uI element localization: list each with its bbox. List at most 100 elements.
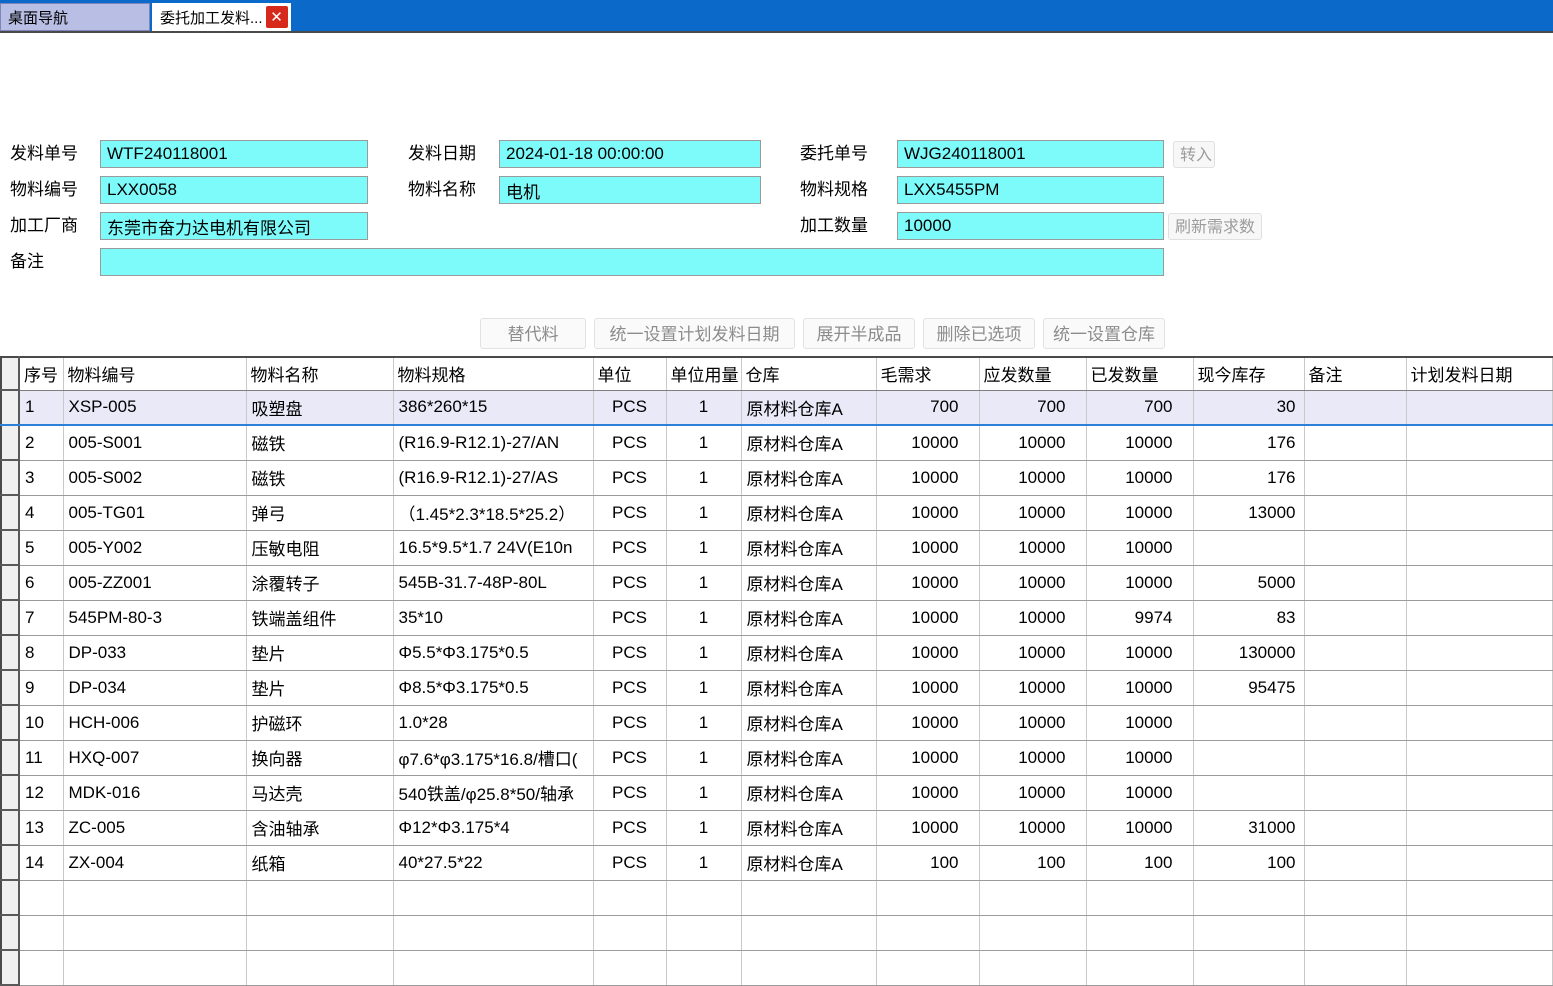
cell-stock[interactable]: 130000 bbox=[1193, 635, 1304, 670]
cell-warehouse[interactable]: 原材料仓库A bbox=[741, 705, 876, 740]
delete-selected-button[interactable]: 删除已选项 bbox=[923, 318, 1035, 349]
cell-gross[interactable]: 10000 bbox=[876, 460, 979, 495]
cell-issued[interactable]: 10000 bbox=[1086, 530, 1193, 565]
cell-stock[interactable]: 31000 bbox=[1193, 810, 1304, 845]
cell-issued[interactable]: 10000 bbox=[1086, 775, 1193, 810]
row-selector[interactable] bbox=[1, 460, 19, 495]
cell-remark[interactable] bbox=[1304, 390, 1406, 425]
cell-code[interactable]: MDK-016 bbox=[63, 775, 246, 810]
cell-remark[interactable] bbox=[1304, 635, 1406, 670]
cell-issued[interactable]: 10000 bbox=[1086, 460, 1193, 495]
cell-gross[interactable]: 10000 bbox=[876, 495, 979, 530]
row-selector[interactable] bbox=[1, 390, 19, 425]
transfer-in-button[interactable]: 转入 bbox=[1173, 141, 1215, 168]
cell-due[interactable]: 10000 bbox=[979, 460, 1086, 495]
cell-warehouse[interactable]: 原材料仓库A bbox=[741, 775, 876, 810]
cell-seq[interactable]: 4 bbox=[19, 495, 63, 530]
cell-due[interactable]: 100 bbox=[979, 845, 1086, 880]
cell-gross[interactable]: 100 bbox=[876, 845, 979, 880]
cell-warehouse[interactable]: 原材料仓库A bbox=[741, 425, 876, 460]
row-selector[interactable] bbox=[1, 635, 19, 670]
cell-seq[interactable]: 13 bbox=[19, 810, 63, 845]
cell-remark[interactable] bbox=[1304, 670, 1406, 705]
cell-remark[interactable] bbox=[1304, 495, 1406, 530]
cell-gross[interactable]: 700 bbox=[876, 390, 979, 425]
cell-stock[interactable]: 95475 bbox=[1193, 670, 1304, 705]
cell-name[interactable]: 护磁环 bbox=[246, 705, 393, 740]
process-qty-input[interactable] bbox=[897, 212, 1164, 240]
cell-unit[interactable]: PCS bbox=[593, 495, 666, 530]
table-row[interactable]: 9DP-034垫片Φ8.5*Φ3.175*0.5PCS1原材料仓库A100001… bbox=[1, 670, 1552, 705]
cell-warehouse[interactable]: 原材料仓库A bbox=[741, 635, 876, 670]
cell-name[interactable]: 铁端盖组件 bbox=[246, 600, 393, 635]
cell-code[interactable]: 545PM-80-3 bbox=[63, 600, 246, 635]
cell-due[interactable]: 10000 bbox=[979, 565, 1086, 600]
table-row[interactable]: 2005-S001磁铁(R16.9-R12.1)-27/ANPCS1原材料仓库A… bbox=[1, 425, 1552, 460]
cell-spec[interactable]: 540铁盖/φ25.8*50/轴承 bbox=[393, 775, 593, 810]
cell-code[interactable]: HCH-006 bbox=[63, 705, 246, 740]
cell-name[interactable]: 压敏电阻 bbox=[246, 530, 393, 565]
cell-unit[interactable]: PCS bbox=[593, 530, 666, 565]
cell-remark[interactable] bbox=[1304, 775, 1406, 810]
cell-gross[interactable]: 10000 bbox=[876, 810, 979, 845]
material-code-input[interactable] bbox=[100, 176, 368, 204]
cell-remark[interactable] bbox=[1304, 600, 1406, 635]
issue-no-input[interactable] bbox=[100, 140, 368, 168]
cell-seq[interactable]: 10 bbox=[19, 705, 63, 740]
cell-due[interactable]: 10000 bbox=[979, 600, 1086, 635]
cell-plan_date[interactable] bbox=[1406, 810, 1552, 845]
consign-no-input[interactable] bbox=[897, 140, 1164, 168]
set-plan-issue-date-button[interactable]: 统一设置计划发料日期 bbox=[594, 318, 795, 349]
cell-stock[interactable]: 176 bbox=[1193, 425, 1304, 460]
cell-usage[interactable]: 1 bbox=[666, 740, 741, 775]
cell-due[interactable]: 10000 bbox=[979, 635, 1086, 670]
tab-desktop-nav[interactable]: 桌面导航 bbox=[0, 3, 150, 31]
cell-issued[interactable]: 10000 bbox=[1086, 705, 1193, 740]
cell-due[interactable]: 10000 bbox=[979, 670, 1086, 705]
cell-stock[interactable] bbox=[1193, 775, 1304, 810]
table-row[interactable]: 1XSP-005吸塑盘386*260*15PCS1原材料仓库A700700700… bbox=[1, 390, 1552, 425]
cell-plan_date[interactable] bbox=[1406, 670, 1552, 705]
cell-code[interactable]: HXQ-007 bbox=[63, 740, 246, 775]
cell-gross[interactable]: 10000 bbox=[876, 565, 979, 600]
cell-name[interactable]: 磁铁 bbox=[246, 425, 393, 460]
cell-plan_date[interactable] bbox=[1406, 705, 1552, 740]
cell-usage[interactable]: 1 bbox=[666, 425, 741, 460]
cell-unit[interactable]: PCS bbox=[593, 390, 666, 425]
cell-issued[interactable]: 10000 bbox=[1086, 810, 1193, 845]
cell-plan_date[interactable] bbox=[1406, 600, 1552, 635]
cell-due[interactable]: 10000 bbox=[979, 740, 1086, 775]
set-warehouse-button[interactable]: 统一设置仓库 bbox=[1043, 318, 1165, 349]
cell-name[interactable]: 纸箱 bbox=[246, 845, 393, 880]
cell-spec[interactable]: 40*27.5*22 bbox=[393, 845, 593, 880]
cell-code[interactable]: 005-S002 bbox=[63, 460, 246, 495]
expand-semifinished-button[interactable]: 展开半成品 bbox=[803, 318, 915, 349]
material-spec-input[interactable] bbox=[897, 176, 1164, 204]
cell-unit[interactable]: PCS bbox=[593, 670, 666, 705]
row-selector[interactable] bbox=[1, 670, 19, 705]
cell-gross[interactable]: 10000 bbox=[876, 425, 979, 460]
cell-issued[interactable]: 10000 bbox=[1086, 425, 1193, 460]
table-row[interactable]: 12MDK-016马达壳540铁盖/φ25.8*50/轴承PCS1原材料仓库A1… bbox=[1, 775, 1552, 810]
cell-usage[interactable]: 1 bbox=[666, 845, 741, 880]
cell-spec[interactable]: φ7.6*φ3.175*16.8/槽口( bbox=[393, 740, 593, 775]
cell-spec[interactable]: (R16.9-R12.1)-27/AS bbox=[393, 460, 593, 495]
cell-plan_date[interactable] bbox=[1406, 460, 1552, 495]
cell-usage[interactable]: 1 bbox=[666, 460, 741, 495]
cell-unit[interactable]: PCS bbox=[593, 740, 666, 775]
refresh-demand-button[interactable]: 刷新需求数 bbox=[1168, 213, 1262, 240]
cell-warehouse[interactable]: 原材料仓库A bbox=[741, 495, 876, 530]
table-row[interactable]: 4005-TG01弹弓（1.45*2.3*18.5*25.2）PCS1原材料仓库… bbox=[1, 495, 1552, 530]
cell-unit[interactable]: PCS bbox=[593, 845, 666, 880]
cell-gross[interactable]: 10000 bbox=[876, 775, 979, 810]
cell-code[interactable]: XSP-005 bbox=[63, 390, 246, 425]
cell-due[interactable]: 10000 bbox=[979, 775, 1086, 810]
cell-plan_date[interactable] bbox=[1406, 775, 1552, 810]
cell-stock[interactable] bbox=[1193, 740, 1304, 775]
cell-due[interactable]: 10000 bbox=[979, 810, 1086, 845]
cell-issued[interactable]: 10000 bbox=[1086, 565, 1193, 600]
cell-gross[interactable]: 10000 bbox=[876, 530, 979, 565]
cell-code[interactable]: ZC-005 bbox=[63, 810, 246, 845]
row-selector[interactable] bbox=[1, 530, 19, 565]
close-icon[interactable]: ✕ bbox=[266, 6, 288, 28]
